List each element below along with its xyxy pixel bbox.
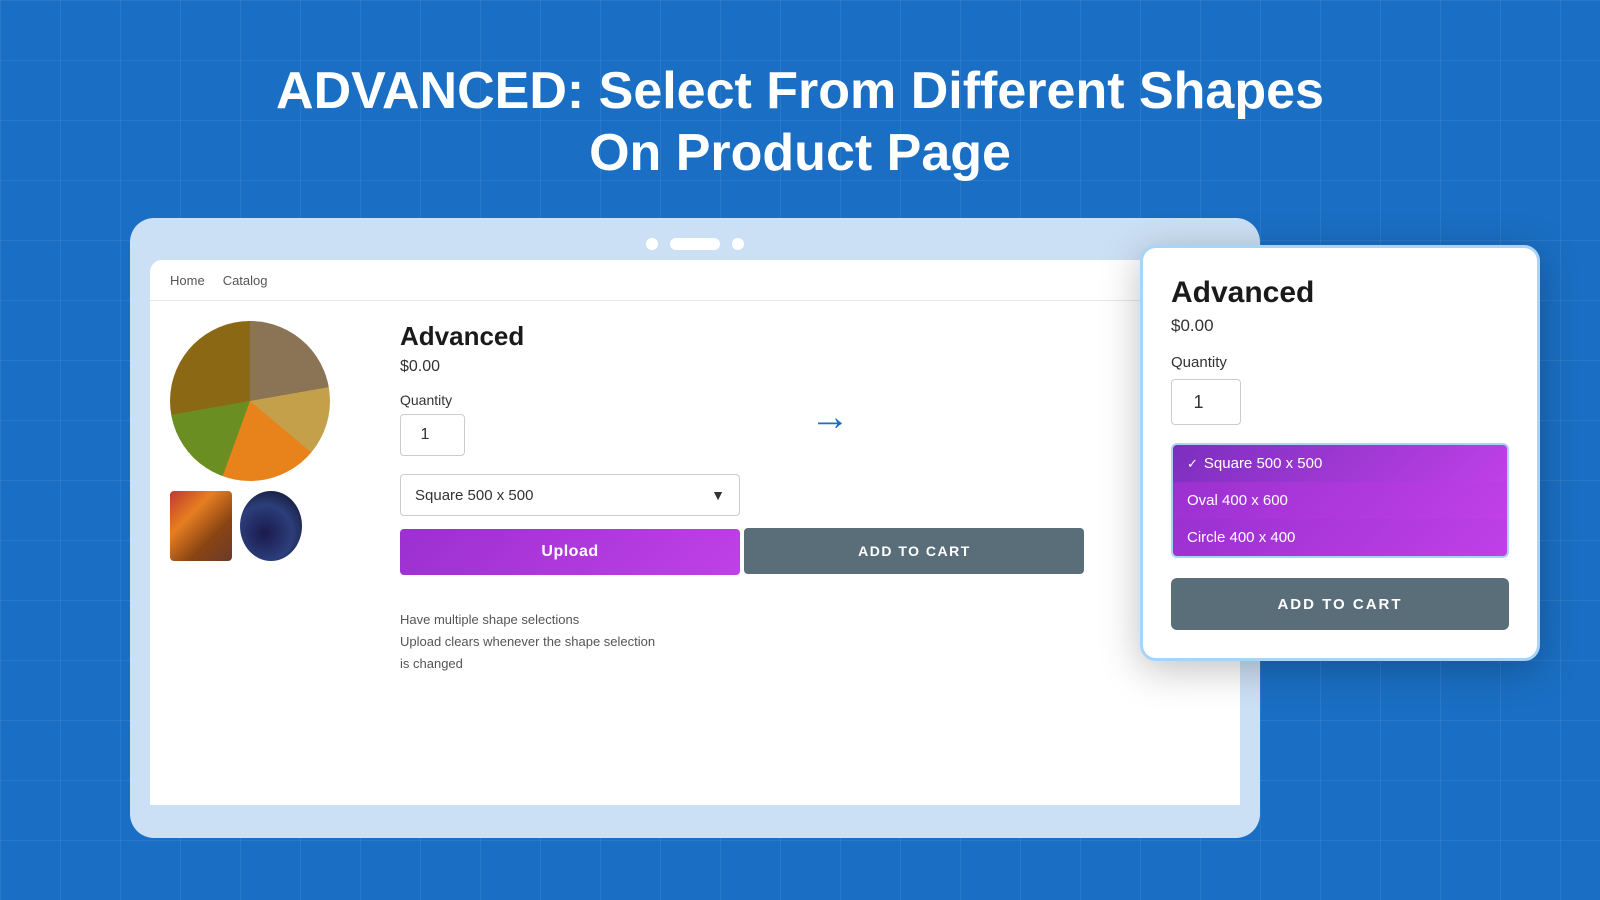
product-thumbnails (170, 491, 370, 561)
product-price: $0.00 (400, 358, 1220, 376)
shape-option-label-1: Square 500 x 500 (1204, 455, 1322, 472)
popup-quantity-input[interactable] (1171, 379, 1241, 425)
product-area: Advanced $0.00 Quantity Square 500 x 500… (150, 301, 1240, 802)
arrow-connector: → (810, 395, 850, 440)
browser-window: Home Catalog 🔍 🛒 Advanced $0.00 (150, 260, 1240, 805)
shape-dropdown-text: Square 500 x 500 (415, 487, 533, 504)
popup-price: $0.00 (1171, 316, 1509, 336)
popup-quantity-label: Quantity (1171, 354, 1509, 371)
shape-option-square[interactable]: ✓ Square 500 x 500 (1173, 445, 1507, 482)
popup-product-name: Advanced (1171, 276, 1509, 310)
product-name: Advanced (400, 321, 1220, 352)
dot-line[interactable] (670, 238, 720, 250)
nav-catalog[interactable]: Catalog (223, 273, 268, 288)
product-details: Advanced $0.00 Quantity Square 500 x 500… (400, 321, 1220, 782)
thumbnail-1[interactable] (170, 491, 232, 561)
feature-text: Have multiple shape selections Upload cl… (400, 609, 1220, 675)
popup-add-to-cart-button[interactable]: ADD TO CART (1171, 578, 1509, 630)
shape-option-circle[interactable]: Circle 400 x 400 (1173, 519, 1507, 556)
page-title: ADVANCED: Select From Different Shapes O… (0, 60, 1600, 185)
checkmark-icon: ✓ (1187, 456, 1198, 472)
nav-links: Home Catalog (170, 273, 1148, 288)
popup-shape-dropdown-open[interactable]: ✓ Square 500 x 500 Oval 400 x 600 Circle… (1171, 443, 1509, 558)
tablet-frame: Home Catalog 🔍 🛒 Advanced $0.00 (130, 218, 1260, 838)
shape-option-label-2: Oval 400 x 600 (1187, 492, 1288, 509)
dot-1[interactable] (646, 238, 658, 250)
nav-home[interactable]: Home (170, 273, 205, 288)
pagination-dots (150, 238, 1240, 250)
popup-dropdown-container: ✓ Square 500 x 500 Oval 400 x 600 Circle… (1171, 443, 1509, 558)
popup-card: Advanced $0.00 Quantity ✓ Square 500 x 5… (1140, 245, 1540, 661)
upload-button[interactable]: Upload (400, 529, 740, 575)
shape-dropdown[interactable]: Square 500 x 500 ▼ (400, 474, 740, 516)
quantity-input[interactable] (400, 414, 465, 456)
product-image-area (170, 321, 370, 782)
browser-nav: Home Catalog 🔍 🛒 (150, 260, 1240, 301)
shape-option-oval[interactable]: Oval 400 x 600 (1173, 482, 1507, 519)
dot-3[interactable] (732, 238, 744, 250)
shape-option-label-3: Circle 400 x 400 (1187, 529, 1295, 546)
chevron-down-icon: ▼ (711, 487, 725, 503)
thumbnail-2[interactable] (240, 491, 302, 561)
add-to-cart-button[interactable]: ADD TO CART (744, 528, 1084, 574)
product-main-image (170, 321, 330, 481)
